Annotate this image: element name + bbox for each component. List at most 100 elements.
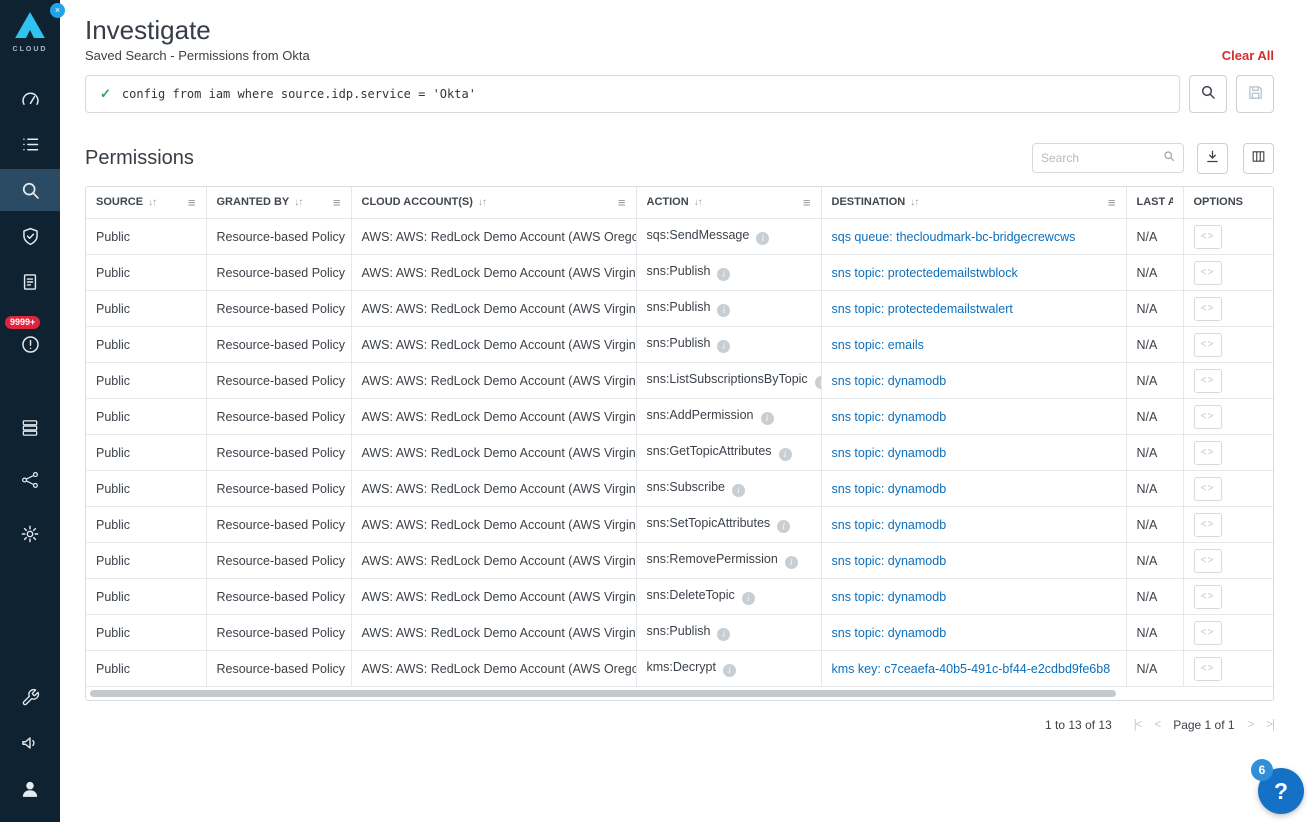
view-json-button[interactable]: <> <box>1194 513 1222 537</box>
clear-all-link[interactable]: Clear All <box>1222 48 1274 63</box>
table-search-input[interactable] <box>1041 151 1163 165</box>
sidebar-item-compliance[interactable] <box>0 215 60 257</box>
sidebar-item-dashboard[interactable] <box>0 77 60 119</box>
column-header-action[interactable]: ACTION↓↑≡ <box>636 187 821 219</box>
sidebar-item-alerts[interactable]: 9999+ <box>0 323 60 365</box>
destination-link[interactable]: sns topic: dynamodb <box>832 410 947 424</box>
column-header-cloud-account-s-[interactable]: CLOUD ACCOUNT(S)↓↑≡ <box>351 187 636 219</box>
cloud-account-cell: AWS: AWS: RedLock Demo Account (AWS Oreg… <box>351 219 636 255</box>
view-json-button[interactable]: <> <box>1194 333 1222 357</box>
sidebar-item-inventory[interactable] <box>0 123 60 165</box>
source-cell: Public <box>86 471 206 507</box>
download-button[interactable] <box>1197 143 1228 174</box>
run-search-button[interactable] <box>1189 75 1227 113</box>
info-icon[interactable]: i <box>717 340 730 353</box>
sort-icon[interactable]: ↓↑ <box>910 197 918 208</box>
sidebar-item-settings[interactable] <box>0 513 60 555</box>
sidebar-item-investigate[interactable] <box>0 169 60 211</box>
column-menu-icon[interactable]: ≡ <box>618 195 626 210</box>
info-icon[interactable]: i <box>742 592 755 605</box>
column-menu-icon[interactable]: ≡ <box>333 195 341 210</box>
last-page-button[interactable]: >| <box>1266 719 1274 731</box>
info-icon[interactable]: i <box>732 484 745 497</box>
action-label: sns:ListSubscriptionsByTopic <box>647 372 808 386</box>
granted-by-cell: Resource-based Policy <box>206 507 351 543</box>
destination-cell: sns topic: dynamodb <box>821 507 1126 543</box>
column-header-granted-by[interactable]: GRANTED BY↓↑≡ <box>206 187 351 219</box>
info-icon[interactable]: i <box>779 448 792 461</box>
column-header-last-acc[interactable]: LAST ACC <box>1126 187 1183 219</box>
sidebar-item-announcements[interactable] <box>0 722 60 764</box>
info-icon[interactable]: i <box>717 628 730 641</box>
view-json-button[interactable]: <> <box>1194 549 1222 573</box>
last-access-cell: N/A <box>1126 363 1183 399</box>
notification-close-badge[interactable]: × <box>50 3 65 18</box>
source-cell: Public <box>86 615 206 651</box>
info-icon[interactable]: i <box>777 520 790 533</box>
help-button[interactable]: 6 ? <box>1258 768 1304 814</box>
destination-link[interactable]: sns topic: dynamodb <box>832 626 947 640</box>
query-input[interactable]: ✓ config from iam where source.idp.servi… <box>85 75 1180 113</box>
view-json-button[interactable]: <> <box>1194 441 1222 465</box>
table-row: PublicResource-based PolicyAWS: AWS: Red… <box>86 255 1273 291</box>
destination-link[interactable]: sns topic: protectedemailstwblock <box>832 266 1018 280</box>
sort-icon[interactable]: ↓↑ <box>694 197 702 208</box>
cloud-account-cell: AWS: AWS: RedLock Demo Account (AWS Virg… <box>351 399 636 435</box>
view-json-button[interactable]: <> <box>1194 585 1222 609</box>
last-access-cell: N/A <box>1126 435 1183 471</box>
info-icon[interactable]: i <box>717 268 730 281</box>
prisma-cloud-logo[interactable]: CLOUD <box>13 12 48 53</box>
destination-link[interactable]: sns topic: dynamodb <box>832 518 947 532</box>
column-menu-icon[interactable]: ≡ <box>1108 195 1116 210</box>
sort-icon[interactable]: ↓↑ <box>294 197 302 208</box>
next-page-button[interactable]: > <box>1248 719 1254 731</box>
info-icon[interactable]: i <box>717 304 730 317</box>
results-section: Permissions <box>85 143 1274 733</box>
destination-link[interactable]: kms key: c7ceaefa-40b5-491c-bf44-e2cdbd9… <box>832 662 1111 676</box>
destination-link[interactable]: sns topic: dynamodb <box>832 590 947 604</box>
info-icon[interactable]: i <box>761 412 774 425</box>
destination-link[interactable]: sns topic: dynamodb <box>832 446 947 460</box>
view-json-button[interactable]: <> <box>1194 225 1222 249</box>
column-menu-icon[interactable]: ≡ <box>188 195 196 210</box>
action-label: sns:AddPermission <box>647 408 754 422</box>
last-access-cell: N/A <box>1126 651 1183 687</box>
view-json-button[interactable]: <> <box>1194 405 1222 429</box>
network-icon <box>20 470 40 490</box>
sort-icon[interactable]: ↓↑ <box>148 197 156 208</box>
view-json-button[interactable]: <> <box>1194 297 1222 321</box>
info-icon[interactable]: i <box>723 664 736 677</box>
view-json-button[interactable]: <> <box>1194 369 1222 393</box>
view-json-button[interactable]: <> <box>1194 621 1222 645</box>
destination-link[interactable]: sns topic: dynamodb <box>832 482 947 496</box>
view-json-button[interactable]: <> <box>1194 657 1222 681</box>
source-cell: Public <box>86 507 206 543</box>
destination-link[interactable]: sns topic: emails <box>832 338 924 352</box>
prev-page-button[interactable]: < <box>1154 719 1160 731</box>
first-page-button[interactable]: |< <box>1134 719 1142 731</box>
info-icon[interactable]: i <box>785 556 798 569</box>
destination-link[interactable]: sns topic: dynamodb <box>832 374 947 388</box>
sidebar-item-asset-inventory[interactable] <box>0 407 60 449</box>
save-search-button[interactable] <box>1236 75 1274 113</box>
view-json-button[interactable]: <> <box>1194 261 1222 285</box>
sort-icon[interactable]: ↓↑ <box>478 197 486 208</box>
column-menu-icon[interactable]: ≡ <box>803 195 811 210</box>
info-icon[interactable]: i <box>815 376 821 389</box>
action-cell: sns:ListSubscriptionsByTopic i <box>636 363 821 399</box>
column-header-options[interactable]: OPTIONS <box>1183 187 1273 219</box>
pagination: 1 to 13 of 13 |< < Page 1 of 1 > >| <box>85 718 1274 732</box>
destination-link[interactable]: sqs queue: thecloudmark-bc-bridgecrewcws <box>832 230 1076 244</box>
sidebar-item-reports[interactable] <box>0 261 60 303</box>
view-json-button[interactable]: <> <box>1194 477 1222 501</box>
sidebar-item-profile[interactable] <box>0 768 60 810</box>
destination-link[interactable]: sns topic: protectedemailstwalert <box>832 302 1013 316</box>
column-header-source[interactable]: SOURCE↓↑≡ <box>86 187 206 219</box>
sidebar-item-network[interactable] <box>0 459 60 501</box>
column-settings-button[interactable] <box>1243 143 1274 174</box>
scrollbar-thumb[interactable] <box>90 690 1116 697</box>
destination-link[interactable]: sns topic: dynamodb <box>832 554 947 568</box>
info-icon[interactable]: i <box>756 232 769 245</box>
column-header-destination[interactable]: DESTINATION↓↑≡ <box>821 187 1126 219</box>
sidebar-item-tools[interactable] <box>0 676 60 718</box>
